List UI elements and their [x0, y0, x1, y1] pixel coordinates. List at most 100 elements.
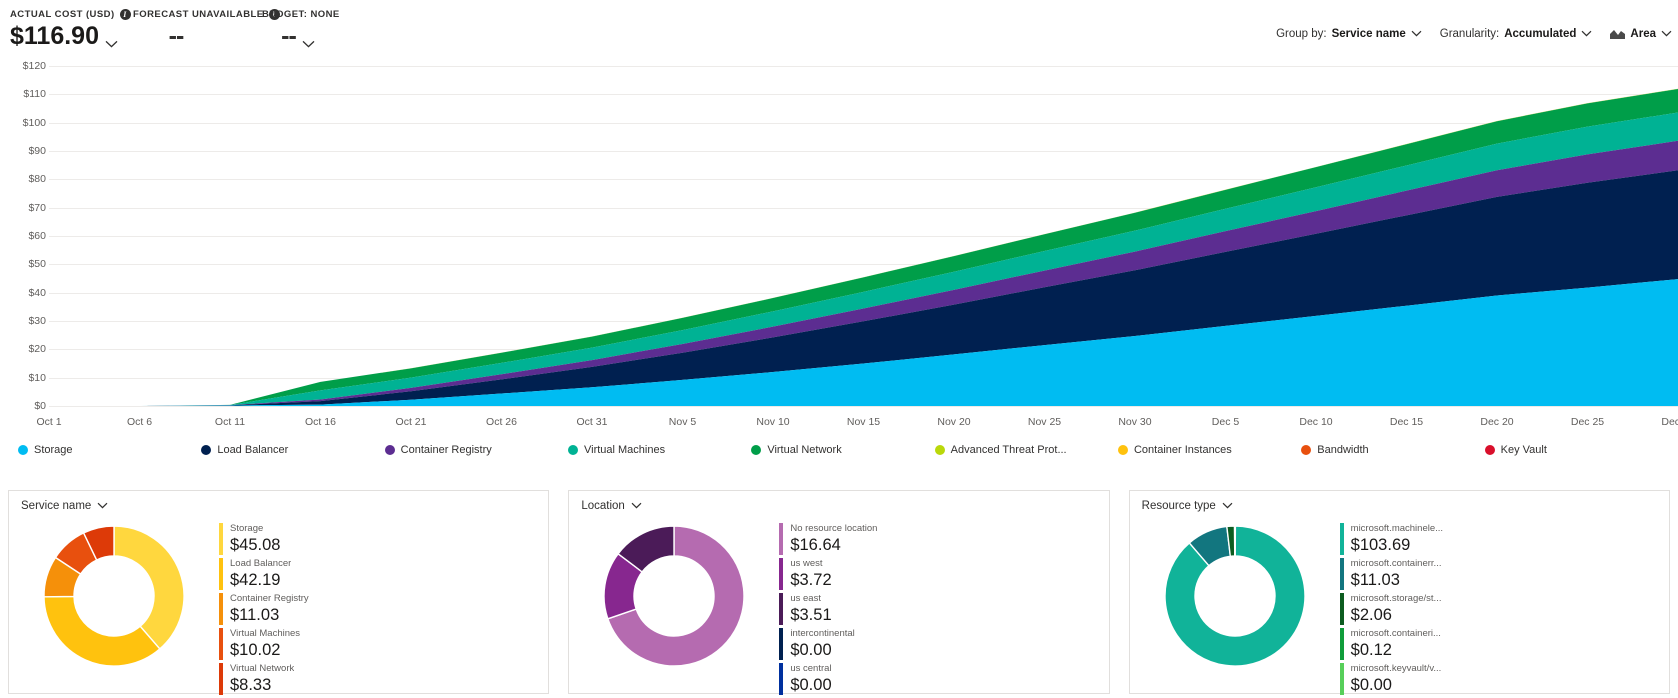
list-item[interactable]: microsoft.machinele... $103.69: [1339, 523, 1669, 555]
group-by-control[interactable]: Group by: Service name: [1276, 28, 1422, 40]
list-item[interactable]: Virtual Machines $10.02: [219, 628, 548, 660]
kpi-forecast-caption: FORECAST UNAVAILABLE i: [133, 9, 280, 20]
list-item[interactable]: Load Balancer $42.19: [219, 558, 548, 590]
y-axis-tick: $50: [28, 258, 46, 271]
legend-swatch-icon: [219, 523, 223, 555]
legend-item-value: $3.72: [790, 571, 832, 589]
list-item[interactable]: Container Registry $11.03: [219, 593, 548, 625]
legend-item-label: us east: [790, 593, 821, 604]
panel-service-name-header[interactable]: Service name: [9, 491, 548, 512]
donut-slice[interactable]: [113, 525, 185, 650]
y-axis-tick: $0: [34, 400, 46, 412]
chevron-down-icon[interactable]: [302, 40, 315, 52]
kpi-actual-cost-value-row[interactable]: $116.90: [10, 21, 131, 52]
y-axis-tick: $90: [28, 145, 46, 157]
list-item[interactable]: microsoft.keyvault/v... $0.00: [1339, 663, 1669, 695]
legend-swatch-icon: [751, 445, 762, 455]
list-item[interactable]: No resource location $16.64: [779, 523, 1108, 555]
legend-text: Load Balancer $42.19: [230, 558, 291, 590]
group-by-value: Service name: [1331, 28, 1406, 40]
panel-resource-type-header[interactable]: Resource type: [1130, 491, 1669, 512]
x-axis-tick: Dec 10: [1299, 416, 1333, 428]
donut-slice[interactable]: [1233, 525, 1236, 557]
info-icon[interactable]: i: [119, 9, 131, 20]
list-item[interactable]: microsoft.containeri... $0.12: [1339, 628, 1669, 660]
legend-swatch-icon: [779, 663, 784, 695]
panel-location-header[interactable]: Location: [569, 491, 1108, 512]
y-axis-tick: $40: [28, 286, 46, 299]
granularity-control[interactable]: Granularity: Accumulated: [1440, 28, 1593, 40]
legend-item-label: Virtual Machines: [583, 444, 666, 456]
list-item[interactable]: us east $3.51: [779, 593, 1108, 625]
chevron-down-icon[interactable]: [1581, 28, 1592, 40]
legend-item-container-instances[interactable]: Container Instances: [1117, 444, 1301, 456]
legend-item-bandwidth[interactable]: Bandwidth: [1301, 444, 1484, 456]
legend-item-virtual-machines[interactable]: Virtual Machines: [567, 444, 751, 456]
kpi-actual-cost-caption: ACTUAL COST (USD) i: [10, 9, 131, 20]
legend-item-label: Load Balancer: [217, 444, 289, 456]
panel-service-name-donut[interactable]: [9, 514, 219, 675]
chevron-down-icon[interactable]: [631, 500, 642, 512]
legend-item-label: Container Instances: [1133, 444, 1232, 456]
accumulated-cost-area-chart[interactable]: $0 $10 $20 $30 $40 $50 $60 $70 $80 $90 $100 $110 $12…: [0, 60, 1678, 471]
plot-area[interactable]: [49, 66, 1678, 407]
legend-item-label: us central: [790, 663, 832, 674]
chevron-down-icon[interactable]: [1661, 28, 1672, 40]
legend-item-value: $42.19: [230, 571, 281, 589]
chevron-down-icon[interactable]: [1222, 500, 1233, 512]
list-item[interactable]: Virtual Network $8.33: [219, 663, 548, 695]
legend-item-label: No resource location: [790, 523, 878, 534]
legend-swatch-icon: [219, 663, 223, 695]
legend-item-value: $0.00: [1350, 676, 1392, 694]
panel-location-body: No resource location $16.64 us west $3.72 us…: [569, 512, 1108, 695]
x-axis-tick: Dec 20: [1480, 416, 1514, 428]
chevron-down-icon[interactable]: [1411, 28, 1422, 40]
list-item[interactable]: Storage $45.08: [219, 523, 548, 555]
legend-item-advanced-threat-prot[interactable]: Advanced Threat Prot...: [934, 444, 1118, 456]
list-item[interactable]: microsoft.storage/st... $2.06: [1339, 593, 1669, 625]
legend-item-value: $16.64: [790, 536, 841, 554]
list-item[interactable]: microsoft.containerr... $11.03: [1339, 558, 1669, 590]
legend-item-key-vault[interactable]: Key Vault: [1484, 444, 1668, 456]
legend-item-virtual-network[interactable]: Virtual Network: [751, 444, 934, 456]
x-axis-tick: Nov 25: [1027, 416, 1062, 428]
legend-item-container-registry[interactable]: Container Registry: [384, 444, 568, 456]
list-item[interactable]: us west $3.72: [779, 558, 1108, 590]
chart-type-value: Area: [1630, 28, 1656, 40]
legend-swatch-icon: [1339, 558, 1344, 590]
legend-item-label: Key Vault: [1500, 444, 1547, 456]
panel-resource-type-donut[interactable]: [1130, 514, 1340, 675]
chevron-down-icon[interactable]: [97, 500, 108, 512]
panel-location-donut[interactable]: [569, 514, 779, 675]
x-axis-tick: Nov 10: [756, 416, 790, 428]
legend-item-label: Virtual Machines: [230, 628, 301, 639]
legend-swatch-icon: [779, 523, 784, 555]
chart-legend[interactable]: Storage Load Balancer Container Registry Vi…: [18, 444, 1668, 456]
list-item[interactable]: intercontinental $0.00: [779, 628, 1108, 660]
panel-location-title: Location: [581, 500, 625, 512]
legend-swatch-icon: [567, 445, 578, 455]
granularity-value: Accumulated: [1504, 28, 1577, 40]
legend-text: Virtual Machines $10.02: [230, 628, 300, 660]
legend-item-storage[interactable]: Storage: [18, 444, 201, 456]
legend-swatch-icon: [384, 445, 395, 455]
panel-resource-type-title: Resource type: [1141, 500, 1216, 512]
list-item[interactable]: us central $0.00: [779, 663, 1108, 695]
chart-type-control[interactable]: Area: [1610, 28, 1672, 40]
legend-item-value: $11.03: [1350, 571, 1400, 589]
legend-item-label: Container Registry: [230, 593, 309, 604]
legend-text: Virtual Network $8.33: [230, 663, 294, 695]
legend-item-load-balancer[interactable]: Load Balancer: [201, 444, 384, 456]
legend-text: us east $3.51: [790, 593, 831, 625]
donut-slice[interactable]: [43, 595, 161, 667]
legend-item-label: microsoft.machinele...: [1350, 523, 1444, 534]
panel-service-name-title: Service name: [21, 500, 92, 512]
kpi-budget-value-row[interactable]: --: [262, 21, 334, 52]
legend-swatch-icon: [1339, 628, 1344, 660]
legend-text: microsoft.containeri... $0.12: [1351, 628, 1441, 660]
chevron-down-icon[interactable]: [105, 40, 118, 52]
x-axis-tick: Oct 11: [214, 416, 246, 428]
y-axis-tick: $20: [28, 343, 46, 356]
legend-swatch-icon: [219, 593, 223, 625]
kpi-forecast: FORECAST UNAVAILABLE i --: [133, 9, 280, 52]
